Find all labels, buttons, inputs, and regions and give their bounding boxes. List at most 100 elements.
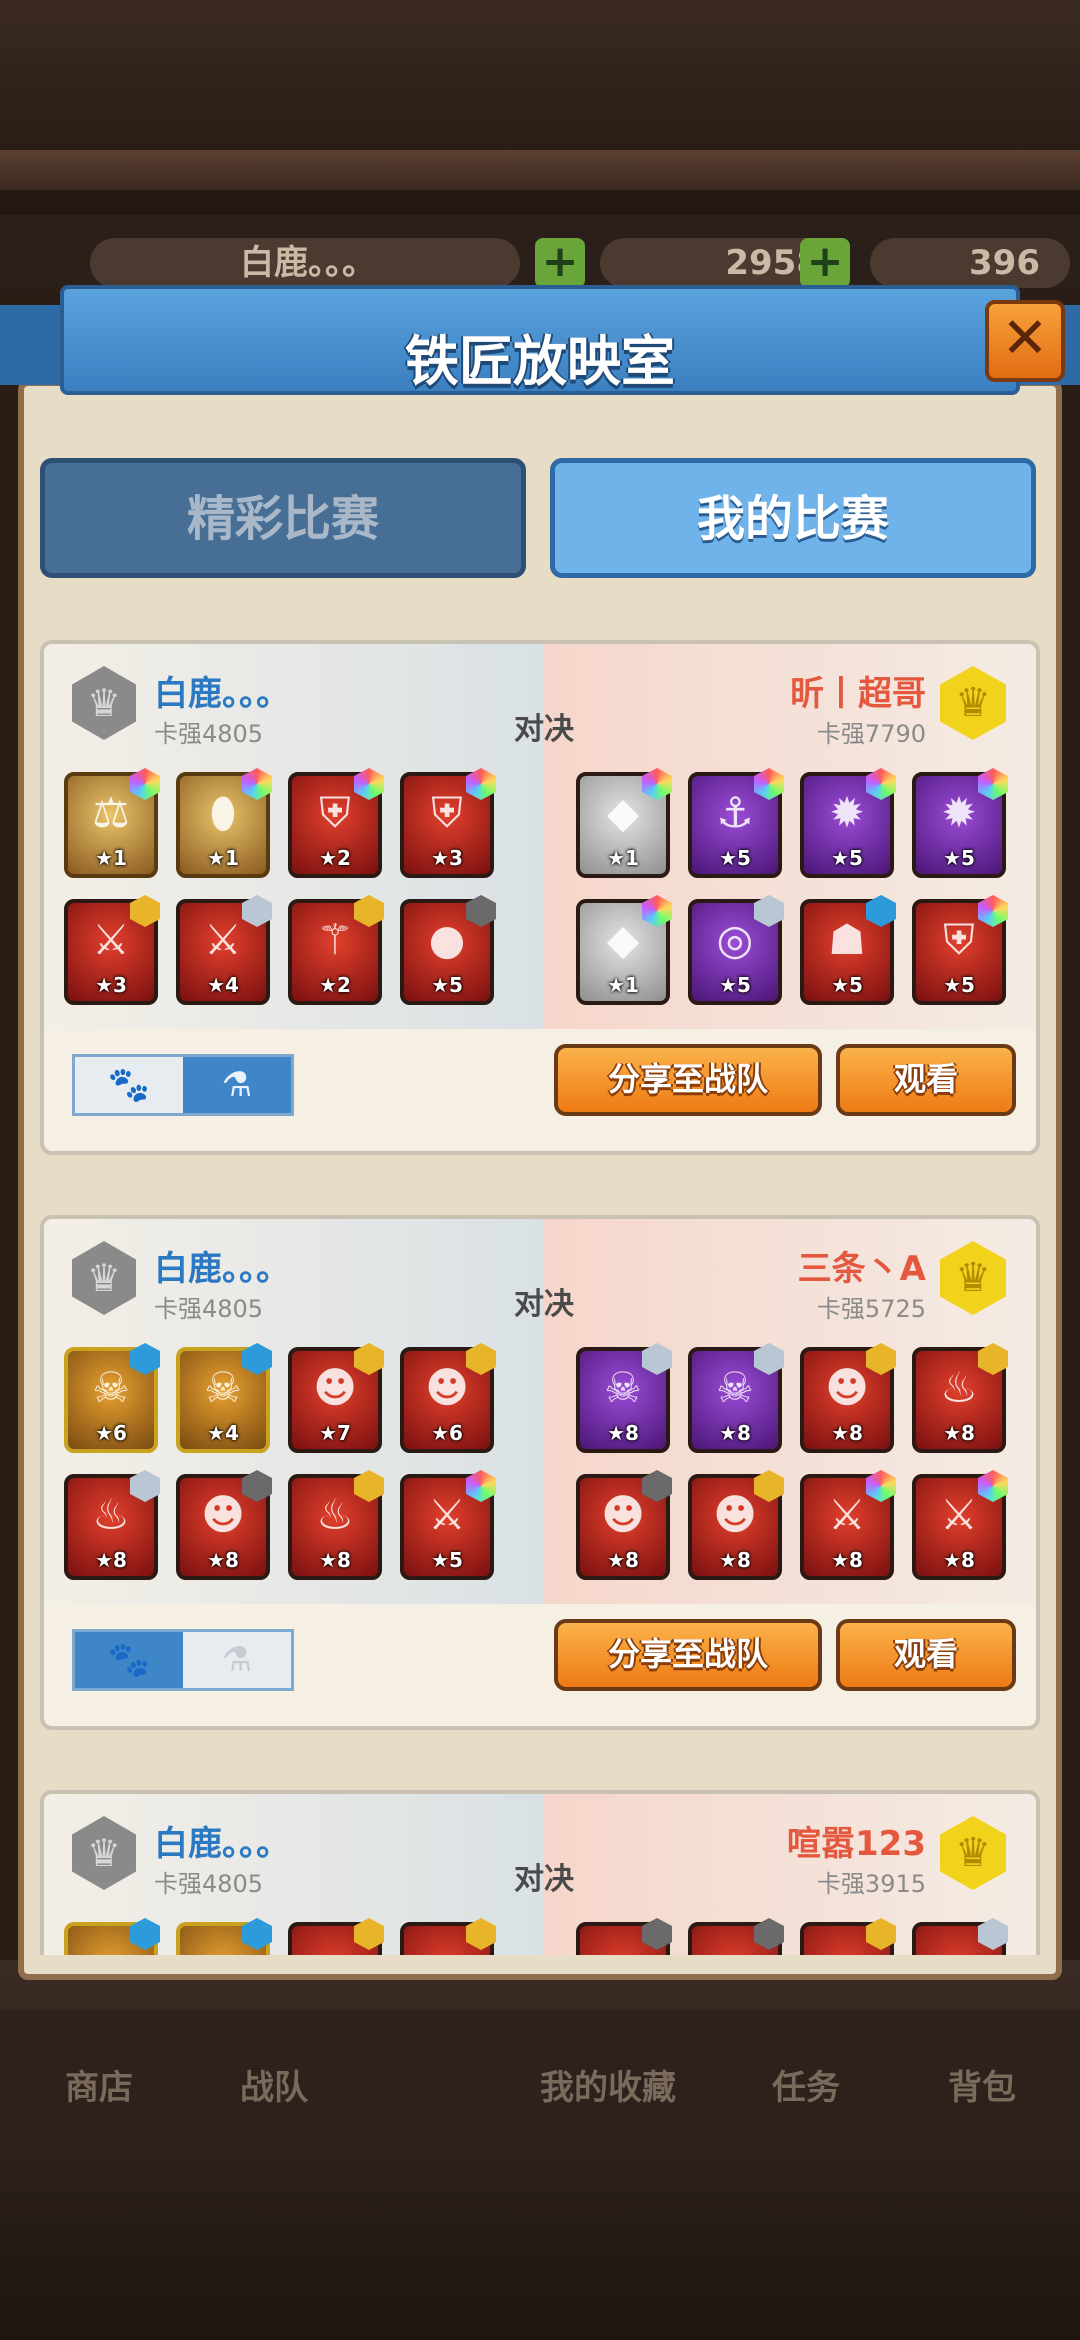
nav-collection: 我的收藏 bbox=[540, 2068, 676, 2108]
right-item-slot[interactable]: ♨ ★8 bbox=[912, 1343, 1008, 1453]
tab-my-matches[interactable]: 我的比赛 bbox=[550, 458, 1036, 578]
left-item-slot[interactable]: ☻ ★6 bbox=[400, 1343, 496, 1453]
item-star-level: ★8 bbox=[719, 1548, 751, 1572]
left-item-slot[interactable]: ♨ ★8 bbox=[288, 1470, 384, 1580]
left-player-power: 卡强4805 bbox=[154, 720, 264, 748]
item-star-level: ★6 bbox=[95, 1421, 127, 1445]
left-item-slot[interactable]: ☠ ★4 bbox=[176, 1343, 272, 1453]
right-item-slot[interactable]: ☻ ★8 bbox=[576, 1470, 672, 1580]
right-player-name: 昕丨超哥 bbox=[790, 674, 926, 714]
item-star-level: ★5 bbox=[943, 973, 975, 997]
item-star-level: ★2 bbox=[319, 973, 351, 997]
right-item-slot[interactable]: ✹ ★5 bbox=[800, 768, 896, 878]
left-item-slot[interactable] bbox=[64, 1918, 160, 1955]
right-item-slot[interactable]: ◎ ★5 bbox=[688, 895, 784, 1005]
right-item-slot[interactable] bbox=[800, 1918, 896, 1955]
left-item-slot[interactable] bbox=[288, 1918, 384, 1955]
item-star-level: ★3 bbox=[431, 846, 463, 870]
left-item-slot[interactable]: ♨ ★8 bbox=[64, 1470, 160, 1580]
left-item-slot[interactable]: ☻ ★7 bbox=[288, 1343, 384, 1453]
right-player-power: 卡强5725 bbox=[816, 1295, 926, 1323]
side-toggle[interactable]: 🐾 ⚗ bbox=[72, 1054, 294, 1116]
match-card: ♛ 白鹿。。。 卡强4805 对决 三条丶A 卡强5725 ♛ ☠ ★6 ☠ ★4 ☻ ★7 ☻ ★6 ♨ ★8… bbox=[40, 1215, 1040, 1730]
title-banner: 铁匠放映室 bbox=[0, 275, 1080, 405]
item-star-level: ★5 bbox=[831, 846, 863, 870]
right-player-power: 卡强3915 bbox=[816, 1870, 926, 1898]
tab-highlight-matches[interactable]: 精彩比赛 bbox=[40, 458, 526, 578]
item-star-level: ★8 bbox=[607, 1421, 639, 1445]
item-star-level: ★5 bbox=[831, 973, 863, 997]
item-star-level: ★5 bbox=[943, 846, 975, 870]
watch-button[interactable]: 观看 bbox=[836, 1044, 1016, 1116]
item-star-level: ★5 bbox=[431, 1548, 463, 1572]
left-item-slot[interactable] bbox=[400, 1918, 496, 1955]
background-nav: 商店 战队 我的收藏 任务 背包 bbox=[0, 2010, 1080, 2140]
side-toggle[interactable]: 🐾 ⚗ bbox=[72, 1629, 294, 1691]
left-player-power: 卡强4805 bbox=[154, 1870, 264, 1898]
item-star-level: ★7 bbox=[319, 1421, 351, 1445]
nav-tasks: 任务 bbox=[772, 2068, 840, 2108]
item-star-level: ★8 bbox=[319, 1548, 351, 1572]
watch-button[interactable]: 观看 bbox=[836, 1619, 1016, 1691]
right-item-slot[interactable]: ◆ ★1 bbox=[576, 768, 672, 878]
item-star-level: ★8 bbox=[95, 1548, 127, 1572]
right-item-slot[interactable]: ⚔ ★8 bbox=[912, 1470, 1008, 1580]
right-item-slot[interactable]: ✹ ★5 bbox=[912, 768, 1008, 878]
item-star-level: ★5 bbox=[431, 973, 463, 997]
left-item-slot[interactable]: ⛨ ★3 bbox=[400, 768, 496, 878]
right-item-slot[interactable]: ⚔ ★8 bbox=[800, 1470, 896, 1580]
right-item-slot[interactable]: ⚓ ★5 bbox=[688, 768, 784, 878]
right-player-power: 卡强7790 bbox=[816, 720, 926, 748]
right-item-slot[interactable]: ◆ ★1 bbox=[576, 895, 672, 1005]
item-star-level: ★8 bbox=[831, 1421, 863, 1445]
flask-icon[interactable]: ⚗ bbox=[183, 1632, 291, 1688]
right-item-slot[interactable]: ☠ ★8 bbox=[688, 1343, 784, 1453]
left-item-slot[interactable]: ⚖ ★1 bbox=[64, 768, 160, 878]
left-item-slot[interactable]: ☻ ★8 bbox=[176, 1470, 272, 1580]
left-player-name: 白鹿。。。 bbox=[154, 1824, 290, 1864]
right-item-slot[interactable]: ☻ ★8 bbox=[688, 1470, 784, 1580]
item-star-level: ★5 bbox=[719, 973, 751, 997]
left-item-slot[interactable]: ⚔ ★4 bbox=[176, 895, 272, 1005]
right-player-name: 三条丶A bbox=[797, 1249, 926, 1289]
close-button[interactable]: ✕ bbox=[985, 300, 1065, 382]
right-player-name: 喧嚣123 bbox=[787, 1824, 926, 1864]
item-star-level: ★4 bbox=[207, 973, 239, 997]
match-list[interactable]: ♛ 白鹿。。。 卡强4805 对决 昕丨超哥 卡强7790 ♛ ⚖ ★1 ⬮ ★1 ⛨ ★2 ⛨ ★3 ⚔ ★3… bbox=[40, 640, 1040, 1955]
vs-label: 对决 bbox=[514, 1287, 574, 1322]
left-item-slot[interactable]: ⚔ ★5 bbox=[400, 1470, 496, 1580]
item-star-level: ★2 bbox=[319, 846, 351, 870]
right-item-slot[interactable]: ☠ ★8 bbox=[576, 1343, 672, 1453]
left-item-slot[interactable]: ⬮ ★1 bbox=[176, 768, 272, 878]
right-item-slot[interactable] bbox=[576, 1918, 672, 1955]
right-item-slot[interactable]: ☗ ★5 bbox=[800, 895, 896, 1005]
paw-icon[interactable]: 🐾 bbox=[75, 1057, 183, 1113]
left-item-slot[interactable]: ⛨ ★2 bbox=[288, 768, 384, 878]
share-to-team-button[interactable]: 分享至战队 bbox=[554, 1619, 822, 1691]
paw-icon[interactable]: 🐾 bbox=[75, 1632, 183, 1688]
nav-team: 战队 bbox=[240, 2068, 308, 2108]
item-star-level: ★1 bbox=[607, 846, 639, 870]
right-item-slot[interactable]: ☻ ★8 bbox=[800, 1343, 896, 1453]
item-star-level: ★1 bbox=[607, 973, 639, 997]
match-card: ♛ 白鹿。。。 卡强4805 对决 喧嚣123 卡强3915 ♛ bbox=[40, 1790, 1040, 1955]
item-star-level: ★8 bbox=[831, 1548, 863, 1572]
item-star-level: ★1 bbox=[207, 846, 239, 870]
background-top bbox=[0, 0, 1080, 230]
left-item-slot[interactable]: ⚔ ★3 bbox=[64, 895, 160, 1005]
left-item-slot[interactable]: ⚚ ★2 bbox=[288, 895, 384, 1005]
item-star-level: ★6 bbox=[431, 1421, 463, 1445]
left-player-name: 白鹿。。。 bbox=[154, 1249, 290, 1289]
share-to-team-button[interactable]: 分享至战队 bbox=[554, 1044, 822, 1116]
left-item-slot[interactable] bbox=[176, 1918, 272, 1955]
item-star-level: ★8 bbox=[719, 1421, 751, 1445]
left-item-slot[interactable]: ☠ ★6 bbox=[64, 1343, 160, 1453]
left-item-slot[interactable]: ● ★5 bbox=[400, 895, 496, 1005]
item-star-level: ★8 bbox=[607, 1548, 639, 1572]
right-item-slot[interactable]: ⛨ ★5 bbox=[912, 895, 1008, 1005]
right-item-slot[interactable] bbox=[912, 1918, 1008, 1955]
right-item-slot[interactable] bbox=[688, 1918, 784, 1955]
flask-icon[interactable]: ⚗ bbox=[183, 1057, 291, 1113]
item-star-level: ★8 bbox=[943, 1548, 975, 1572]
vs-label: 对决 bbox=[514, 1862, 574, 1897]
